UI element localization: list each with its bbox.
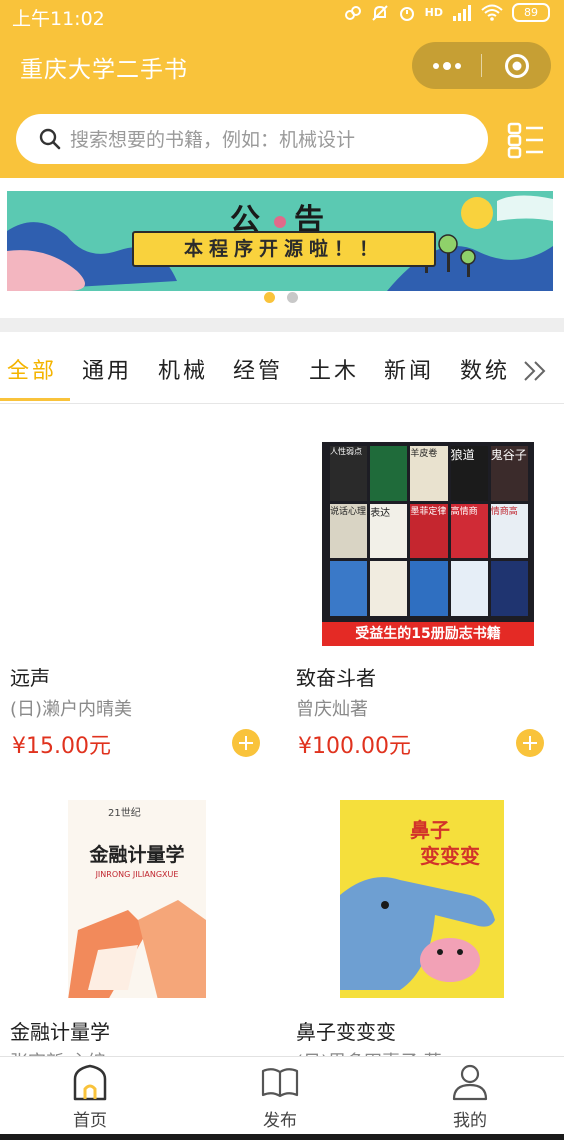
cover-spine: 情商高 bbox=[490, 503, 528, 559]
product-cover-motivation-set: 人性弱点 羊皮卷 狼道 鬼谷子 说话心理 表达 墨菲定律 高情商 情商高 受益生… bbox=[322, 442, 534, 646]
tab-mechanical[interactable]: 机械 bbox=[158, 353, 208, 385]
tabbar-publish-label: 发布 bbox=[263, 1111, 297, 1131]
app-header: 上午11:02 HD 89 重庆大学二手书 bbox=[0, 0, 564, 178]
tabbar-home-label: 首页 bbox=[73, 1111, 107, 1131]
status-time: 上午11:02 bbox=[12, 8, 105, 30]
cover-banner-text: 受益生的15册励志书籍 bbox=[322, 622, 534, 646]
home-icon bbox=[73, 1064, 107, 1101]
cover-spine: 鬼谷子 bbox=[490, 446, 528, 501]
cover-spine: 墨菲定律 bbox=[410, 503, 448, 559]
more-options-button[interactable] bbox=[412, 42, 481, 89]
link-icon bbox=[344, 5, 361, 20]
add-to-cart-button[interactable] bbox=[232, 729, 260, 757]
cover-spine: 人性弱点 bbox=[330, 446, 368, 501]
more-dots-icon bbox=[432, 61, 461, 70]
product-card[interactable]: 鼻子 变变变 鼻子变变变 (日)里多田惠子 著 bbox=[284, 790, 564, 1056]
cover-spine: 羊皮卷 bbox=[410, 446, 448, 501]
search-input[interactable] bbox=[68, 114, 472, 166]
tabbar-publish[interactable]: 发布 bbox=[220, 1063, 340, 1131]
product-author: 张宏新 主编 bbox=[10, 1048, 106, 1056]
hd-signal-label: HD bbox=[424, 6, 443, 19]
category-menu-button[interactable] bbox=[506, 120, 546, 160]
tab-general[interactable]: 通用 bbox=[82, 353, 132, 385]
search-icon bbox=[39, 128, 61, 150]
cover-book-grid: 人性弱点 羊皮卷 狼道 鬼谷子 说话心理 表达 墨菲定律 高情商 情商高 bbox=[330, 446, 528, 616]
cover-spine: 说话心理 bbox=[330, 503, 368, 559]
product-price: ¥15.00元 bbox=[12, 734, 111, 759]
cover-elephant-art bbox=[340, 877, 495, 990]
active-tab-underline bbox=[0, 398, 70, 401]
product-title: 鼻子变变变 bbox=[296, 1020, 396, 1044]
section-divider bbox=[0, 318, 564, 332]
product-author: (日)里多田惠子 著 bbox=[296, 1048, 442, 1056]
product-title: 致奋斗者 bbox=[296, 666, 376, 690]
announcement-banner[interactable]: 公告 本程序开源啦！！ bbox=[7, 191, 553, 291]
tab-journalism[interactable]: 新闻 bbox=[384, 353, 434, 385]
cover-spine-blue bbox=[410, 561, 448, 616]
category-tabs: 全部 通用 机械 经管 土木 新闻 数统 bbox=[0, 345, 564, 404]
cover-spine-blue bbox=[330, 561, 368, 616]
cover-spine-navy bbox=[490, 561, 528, 616]
battery-indicator: 89 bbox=[512, 3, 550, 22]
tabbar-mine[interactable]: 我的 bbox=[410, 1063, 530, 1131]
cover-spine: 狼道 bbox=[450, 446, 488, 501]
product-card[interactable]: 人性弱点 羊皮卷 狼道 鬼谷子 说话心理 表达 墨菲定律 高情商 情商高 受益生… bbox=[284, 420, 564, 780]
close-miniprogram-button[interactable] bbox=[482, 42, 551, 89]
tabs-scroll-more[interactable] bbox=[512, 351, 558, 391]
open-book-icon bbox=[261, 1068, 299, 1098]
product-cover-finance-econometrics: 21世纪 金融计量学 JINRONG JILIANGXUE bbox=[68, 800, 206, 998]
product-card[interactable]: 21世纪 金融计量学 JINRONG JILIANGXUE 金融计量学 张宏新 … bbox=[0, 790, 270, 1056]
product-author: (日)濑户内晴美 bbox=[10, 699, 133, 720]
user-icon bbox=[452, 1064, 488, 1101]
cellular-signal-icon bbox=[453, 4, 471, 21]
app-title: 重庆大学二手书 bbox=[20, 57, 188, 83]
banner-indicator-active[interactable] bbox=[264, 292, 275, 303]
cover-numeral-art bbox=[68, 900, 206, 998]
cover-spine: 表达 bbox=[370, 503, 408, 559]
product-price: ¥100.00元 bbox=[298, 734, 411, 759]
tabbar-mine-label: 我的 bbox=[453, 1111, 487, 1131]
banner-indicator[interactable] bbox=[287, 292, 298, 303]
tab-economics[interactable]: 经管 bbox=[233, 353, 283, 385]
alarm-icon bbox=[399, 6, 414, 21]
status-icons: HD 89 bbox=[344, 3, 550, 22]
miniprogram-capsule bbox=[412, 42, 551, 89]
grid-list-icon bbox=[507, 122, 543, 159]
cover-title: 金融计量学 bbox=[89, 844, 185, 866]
tab-civil[interactable]: 土木 bbox=[309, 353, 359, 385]
mute-bell-icon bbox=[371, 4, 388, 21]
cover-series: 21世纪 bbox=[108, 808, 141, 819]
wifi-icon bbox=[481, 4, 503, 21]
product-cover-nose-change: 鼻子 变变变 bbox=[340, 800, 504, 998]
product-author: 曾庆灿著 bbox=[296, 699, 368, 720]
tab-math-stats[interactable]: 数统 bbox=[460, 353, 510, 385]
banner-subtitle: 本程序开源啦！！ bbox=[132, 231, 436, 267]
double-chevron-right-icon bbox=[524, 361, 546, 381]
target-close-icon bbox=[504, 53, 529, 78]
product-card[interactable]: 远声 (日)濑户内晴美 ¥15.00元 bbox=[0, 420, 270, 780]
tabbar-home[interactable]: 首页 bbox=[30, 1063, 150, 1131]
product-title: 金融计量学 bbox=[10, 1020, 110, 1044]
cover-pinyin: JINRONG JILIANGXUE bbox=[95, 870, 179, 879]
product-image-blank bbox=[10, 440, 260, 655]
product-title: 远声 bbox=[10, 666, 50, 690]
bottom-tab-bar: 首页 发布 我的 bbox=[0, 1056, 564, 1141]
tab-all[interactable]: 全部 bbox=[7, 353, 57, 385]
cover-spine-cream bbox=[370, 561, 408, 616]
cover-spine-green bbox=[370, 446, 408, 501]
add-to-cart-button[interactable] bbox=[516, 729, 544, 757]
search-box[interactable] bbox=[16, 114, 488, 166]
cover-spine-pale bbox=[450, 561, 488, 616]
device-bottom-edge bbox=[0, 1134, 564, 1140]
banner-title-dot bbox=[274, 215, 286, 228]
status-bar: 上午11:02 HD 89 bbox=[0, 0, 564, 30]
cover-spine: 高情商 bbox=[450, 503, 488, 559]
